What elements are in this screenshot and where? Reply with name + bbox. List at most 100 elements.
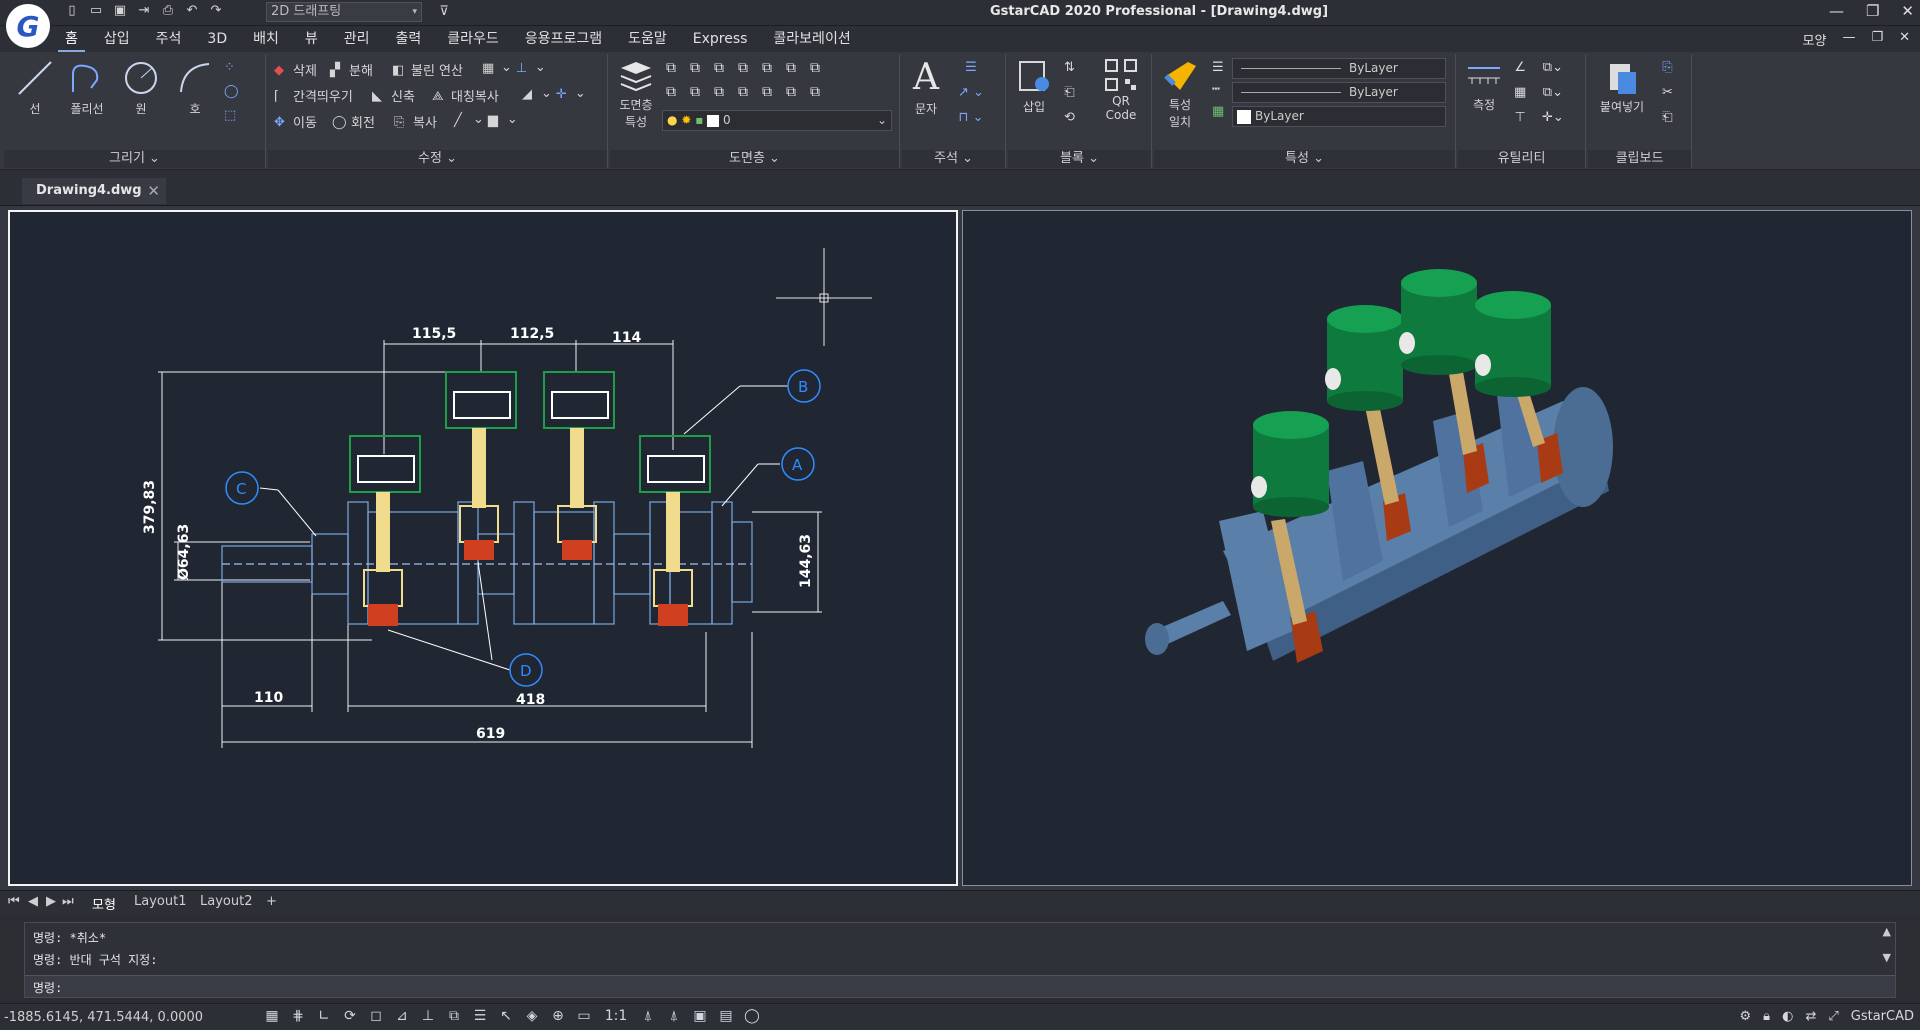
- balloon-a[interactable]: A: [781, 447, 815, 481]
- copy-button[interactable]: ⎘ 복사: [394, 112, 437, 132]
- tab-layout1[interactable]: Layout1: [134, 894, 186, 909]
- layer-tools-row-2[interactable]: ⧉ ⧉ ⧉ ⧉ ⧉ ⧉ ⧉: [666, 84, 820, 100]
- minimize-icon[interactable]: —: [1829, 2, 1844, 20]
- move-button[interactable]: ✥ 이동: [274, 112, 317, 132]
- network-icon[interactable]: ⇄: [1805, 1009, 1816, 1024]
- panel-annotation-title[interactable]: 주석 ⌄: [902, 150, 1005, 168]
- annotation-tools[interactable]: ☰ ↗ ⌄ ⊓ ⌄: [958, 60, 984, 125]
- selection-icon[interactable]: ↖: [496, 1008, 516, 1024]
- viewport-3d[interactable]: [962, 210, 1912, 886]
- snap-icon[interactable]: ⋕: [288, 1008, 308, 1024]
- panel-layers-title[interactable]: 도면층 ⌄: [610, 150, 899, 168]
- mirror-button[interactable]: ⟁ 대칭복사: [432, 86, 499, 106]
- polyline-button[interactable]: 폴리선: [62, 58, 112, 117]
- doc-close-icon[interactable]: ✕: [1899, 30, 1910, 49]
- text-button[interactable]: A 문자: [906, 58, 946, 117]
- hardware-icon[interactable]: ▣: [690, 1008, 710, 1024]
- tab-layout2[interactable]: Layout2: [200, 894, 252, 909]
- command-input[interactable]: 명령:: [25, 975, 1895, 997]
- isolate-icon[interactable]: ◐: [1782, 1009, 1793, 1024]
- tab-collaboration[interactable]: 콜라보레이션: [760, 30, 863, 48]
- lineweight-icon[interactable]: ☰: [470, 1008, 490, 1024]
- dyn-icon[interactable]: ⧉: [444, 1008, 464, 1024]
- tab-home[interactable]: 홈: [52, 30, 91, 52]
- properties-list-icon[interactable]: ☰: [1212, 60, 1224, 75]
- layer-properties-button[interactable]: 도면층 특성: [614, 58, 658, 130]
- tab-cloud[interactable]: 클라우드: [434, 30, 512, 48]
- calculator-status-icon[interactable]: ▤: [716, 1008, 736, 1024]
- match-properties-button[interactable]: 특성 일치: [1158, 58, 1202, 130]
- autoscale-icon[interactable]: ⍋: [664, 1008, 684, 1024]
- tab-manage[interactable]: 관리: [331, 30, 383, 48]
- fullscreen-icon[interactable]: ⤢: [1828, 1009, 1838, 1024]
- viewport-icon[interactable]: ▭: [574, 1008, 594, 1024]
- tab-express[interactable]: Express: [680, 30, 761, 48]
- redo-icon[interactable]: ↷: [208, 3, 224, 19]
- settings-gear-icon[interactable]: ⚙: [1740, 1009, 1752, 1024]
- zoom-icon[interactable]: ⊕: [548, 1008, 568, 1024]
- prev-layout-icon[interactable]: ◀: [28, 894, 38, 909]
- close-tab-icon[interactable]: ✕: [147, 182, 160, 200]
- open-folder-icon[interactable]: ▭: [88, 3, 104, 19]
- paste-button[interactable]: 붙여넣기: [1594, 58, 1650, 115]
- layer-dropdown[interactable]: ● ✹ ▪ 0 ⌄: [662, 110, 892, 131]
- tab-output[interactable]: 출력: [383, 30, 435, 48]
- polar-icon[interactable]: ⟳: [340, 1008, 360, 1024]
- erase-button[interactable]: ◆ 삭제: [274, 60, 317, 80]
- tab-model[interactable]: 모형: [92, 894, 116, 913]
- customize-qat-icon[interactable]: ⊽: [436, 4, 452, 20]
- layer-status-icon[interactable]: ◈: [522, 1008, 542, 1024]
- trim-button[interactable]: ╱ ⌄ ▆ ⌄: [454, 112, 518, 128]
- panel-utilities-title[interactable]: 유틸리티: [1458, 150, 1585, 168]
- color-dropdown[interactable]: ByLayer: [1232, 106, 1446, 127]
- add-layout-button[interactable]: +: [266, 894, 277, 909]
- render-3d[interactable]: [963, 211, 1911, 885]
- panel-block-title[interactable]: 블록 ⌄: [1008, 150, 1151, 168]
- cleanscreen-icon[interactable]: ◯: [742, 1008, 762, 1024]
- utility-tools-2[interactable]: ⧉⌄ ⧉⌄ ✛⌄: [1542, 60, 1564, 125]
- viewport-2d[interactable]: 115,5 112,5 114 379,83 Ø64,63 144,63 110…: [8, 210, 958, 886]
- rotate-button[interactable]: ◯ 회전: [332, 112, 375, 132]
- insert-block-button[interactable]: 삽입: [1012, 58, 1056, 115]
- ucs-icon[interactable]: ⊥: [418, 1008, 438, 1024]
- panel-draw-title[interactable]: 그리기 ⌄: [4, 150, 265, 168]
- line-button[interactable]: 선: [10, 58, 60, 117]
- doc-restore-icon[interactable]: ❐: [1871, 30, 1883, 49]
- balloon-b[interactable]: B: [787, 369, 821, 403]
- tab-help[interactable]: 도움말: [615, 30, 680, 48]
- tab-insert[interactable]: 삽입: [91, 30, 143, 48]
- close-icon[interactable]: ✕: [1901, 2, 1914, 20]
- clipboard-tools[interactable]: ⎘ ✂ ⎗: [1662, 60, 1673, 125]
- stretch-button[interactable]: ◣ 신축: [372, 86, 415, 106]
- draw-extra-tools[interactable]: ⁘ ◯ ⬚: [224, 60, 239, 123]
- tab-applications[interactable]: 응용프로그램: [512, 30, 615, 48]
- panel-modify-title[interactable]: 수정 ⌄: [268, 150, 607, 168]
- save-as-icon[interactable]: ⇥: [136, 3, 152, 19]
- tab-annotate[interactable]: 주석: [143, 30, 195, 48]
- arc-button[interactable]: 호: [170, 58, 220, 117]
- layer-tools-row-1[interactable]: ⧉ ⧉ ⧉ ⧉ ⧉ ⧉ ⧉: [666, 60, 820, 76]
- next-layout-icon[interactable]: ▶: [46, 894, 56, 909]
- otrack-icon[interactable]: ⊿: [392, 1008, 412, 1024]
- lineweight-dropdown[interactable]: ByLayer: [1232, 58, 1446, 79]
- scroll-up-icon[interactable]: ▲: [1883, 925, 1891, 938]
- tab-3d[interactable]: 3D: [194, 30, 240, 48]
- linetype-dropdown[interactable]: ByLayer: [1232, 82, 1446, 103]
- color-palette-icon[interactable]: ▦: [1212, 104, 1224, 119]
- doc-minimize-icon[interactable]: —: [1842, 30, 1855, 49]
- new-file-icon[interactable]: ▯: [64, 3, 80, 19]
- panel-properties-title[interactable]: 특성 ⌄: [1154, 150, 1455, 168]
- balloon-d[interactable]: D: [509, 653, 543, 687]
- block-tools[interactable]: ⇅ ⎗ ⟲: [1064, 60, 1075, 125]
- undo-icon[interactable]: ↶: [184, 3, 200, 19]
- app-logo[interactable]: G: [6, 4, 50, 48]
- annotation-scale[interactable]: 1:1: [600, 1008, 632, 1024]
- scroll-down-icon[interactable]: ▼: [1883, 951, 1891, 964]
- explode-button[interactable]: ▞ 분해: [330, 60, 373, 80]
- utility-tools[interactable]: ∠ ▦ ⊤: [1514, 60, 1526, 125]
- appearance-menu[interactable]: 모양: [1803, 30, 1827, 49]
- maximize-icon[interactable]: ❐: [1866, 2, 1879, 20]
- array-button[interactable]: ▦ ⌄ ⊥ ⌄: [482, 60, 546, 76]
- circle-button[interactable]: 원: [116, 58, 166, 117]
- workspace-dropdown[interactable]: 2D 드래프팅 ▾: [266, 2, 422, 22]
